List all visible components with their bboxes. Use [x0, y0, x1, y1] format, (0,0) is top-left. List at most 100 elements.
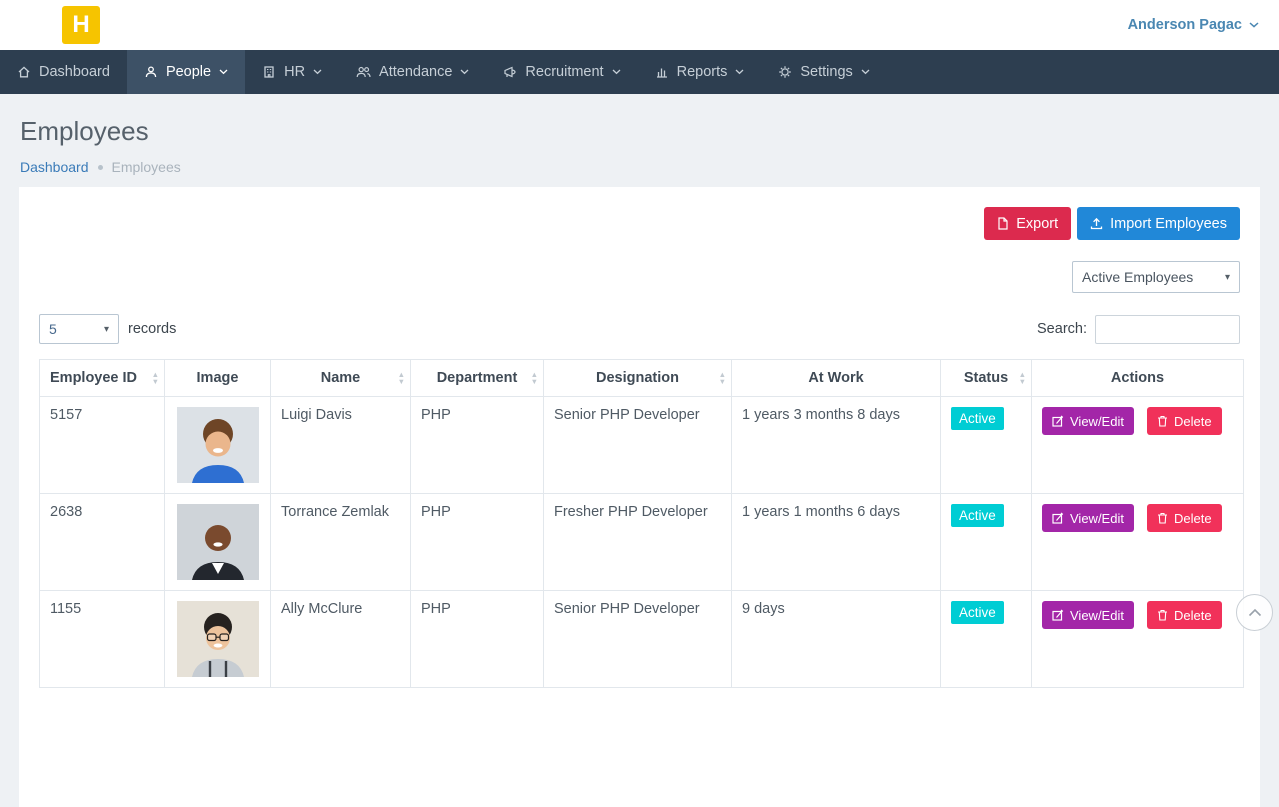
chevron-down-icon: [735, 69, 744, 75]
cell-image: [165, 397, 271, 494]
trash-icon: [1157, 609, 1168, 621]
megaphone-icon: [503, 65, 517, 79]
cell-department: PHP: [411, 494, 544, 591]
main-nav: Dashboard People HR Attendance Recruitme…: [0, 50, 1279, 94]
records-per-page-value: 5: [49, 321, 57, 337]
home-icon: [17, 65, 31, 79]
nav-item-attendance[interactable]: Attendance: [339, 50, 486, 94]
edit-icon: [1052, 415, 1064, 427]
header-department[interactable]: Department▲▼: [411, 360, 544, 397]
cell-employee-id: 2638: [40, 494, 165, 591]
cell-name: Ally McClure: [271, 591, 411, 688]
cell-status: Active: [941, 397, 1032, 494]
view-edit-button[interactable]: View/Edit: [1042, 407, 1134, 435]
card-toolbar: Export Import Employees: [39, 207, 1240, 240]
cell-at-work: 9 days: [732, 591, 941, 688]
breadcrumb-current: Employees: [112, 159, 181, 175]
cell-name: Luigi Davis: [271, 397, 411, 494]
sort-arrows-icon: ▲▼: [398, 371, 405, 385]
header-status[interactable]: Status▲▼: [941, 360, 1032, 397]
header-name[interactable]: Name▲▼: [271, 360, 411, 397]
cell-designation: Senior PHP Developer: [544, 397, 732, 494]
edit-icon: [1052, 512, 1064, 524]
records-per-page-select[interactable]: 5 ▾: [39, 314, 119, 344]
search-control: Search:: [1037, 315, 1240, 344]
cell-status: Active: [941, 591, 1032, 688]
gear-icon: [778, 65, 792, 79]
employee-status-filter-select[interactable]: Active Employees ▾: [1072, 261, 1240, 293]
page-title: Employees: [20, 116, 1259, 147]
employee-photo: [177, 504, 259, 580]
scroll-to-top-button[interactable]: [1236, 594, 1273, 631]
user-icon: [144, 65, 158, 79]
export-button-label: Export: [1016, 216, 1058, 232]
nav-item-reports[interactable]: Reports: [638, 50, 762, 94]
nav-item-people[interactable]: People: [127, 50, 245, 94]
select-arrow-icon: ▾: [104, 324, 109, 335]
cell-status: Active: [941, 494, 1032, 591]
nav-item-label: Dashboard: [39, 64, 110, 80]
user-name: Anderson Pagac: [1128, 17, 1242, 33]
search-input[interactable]: [1095, 315, 1240, 344]
records-control: 5 ▾ records: [39, 314, 176, 344]
filter-row: Active Employees ▾: [39, 261, 1240, 293]
chevron-down-icon: [1249, 22, 1259, 28]
view-edit-button[interactable]: View/Edit: [1042, 504, 1134, 532]
nav-item-recruitment[interactable]: Recruitment: [486, 50, 637, 94]
upload-icon: [1090, 217, 1103, 230]
topbar: H Anderson Pagac: [0, 0, 1279, 50]
delete-button[interactable]: Delete: [1147, 407, 1222, 435]
cell-at-work: 1 years 3 months 8 days: [732, 397, 941, 494]
table-row: 5157 Luigi Davis PHP Senior PHP Develope…: [40, 397, 1244, 494]
users-icon: [356, 65, 371, 79]
trash-icon: [1157, 415, 1168, 427]
cell-name: Torrance Zemlak: [271, 494, 411, 591]
delete-button[interactable]: Delete: [1147, 504, 1222, 532]
cell-image: [165, 494, 271, 591]
chevron-down-icon: [612, 69, 621, 75]
status-badge: Active: [951, 504, 1004, 527]
cell-actions: View/Edit Delete: [1032, 397, 1244, 494]
chevron-down-icon: [861, 69, 870, 75]
table-controls: 5 ▾ records Search:: [39, 314, 1240, 344]
header-actions[interactable]: Actions: [1032, 360, 1244, 397]
reports-icon: [655, 65, 669, 79]
breadcrumb-separator: [98, 165, 103, 170]
edit-icon: [1052, 609, 1064, 621]
chevron-down-icon: [460, 69, 469, 75]
user-menu[interactable]: Anderson Pagac: [1128, 17, 1259, 33]
app-logo-letter: H: [72, 11, 89, 39]
header-designation[interactable]: Designation▲▼: [544, 360, 732, 397]
header-image[interactable]: Image: [165, 360, 271, 397]
import-button-label: Import Employees: [1110, 216, 1227, 232]
header-at-work[interactable]: At Work: [732, 360, 941, 397]
import-employees-button[interactable]: Import Employees: [1077, 207, 1240, 240]
nav-item-label: Settings: [800, 64, 852, 80]
cell-department: PHP: [411, 591, 544, 688]
employee-photo: [177, 407, 259, 483]
cell-department: PHP: [411, 397, 544, 494]
cell-employee-id: 5157: [40, 397, 165, 494]
cell-at-work: 1 years 1 months 6 days: [732, 494, 941, 591]
building-icon: [262, 65, 276, 79]
records-label: records: [128, 321, 176, 337]
nav-item-dashboard[interactable]: Dashboard: [0, 50, 127, 94]
select-arrow-icon: ▾: [1225, 272, 1230, 283]
app-logo[interactable]: H: [62, 6, 100, 44]
nav-item-label: Recruitment: [525, 64, 603, 80]
breadcrumb-dashboard-link[interactable]: Dashboard: [20, 159, 89, 175]
table-header-row: Employee ID▲▼ Image Name▲▼ Department▲▼ …: [40, 360, 1244, 397]
nav-item-hr[interactable]: HR: [245, 50, 339, 94]
breadcrumb: Dashboard Employees: [20, 159, 1259, 175]
sort-arrows-icon: ▲▼: [152, 371, 159, 385]
trash-icon: [1157, 512, 1168, 524]
nav-item-label: Attendance: [379, 64, 452, 80]
table-row: 1155 Ally McClure PHP: [40, 591, 1244, 688]
view-edit-button[interactable]: View/Edit: [1042, 601, 1134, 629]
header-employee-id[interactable]: Employee ID▲▼: [40, 360, 165, 397]
delete-button[interactable]: Delete: [1147, 601, 1222, 629]
export-button[interactable]: Export: [984, 207, 1071, 240]
chevron-down-icon: [313, 69, 322, 75]
nav-item-settings[interactable]: Settings: [761, 50, 886, 94]
nav-item-label: Reports: [677, 64, 728, 80]
